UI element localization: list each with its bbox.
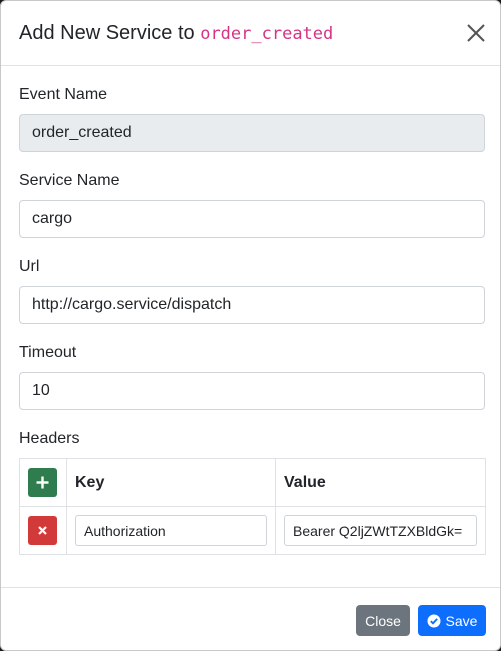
headers-table: Key Value [19,458,486,555]
service-name-label: Service Name [19,172,120,189]
remove-header-cell [19,506,67,555]
close-button-label: Close [365,612,401,629]
save-button-label: Save [445,612,478,629]
add-header-button[interactable] [28,468,57,497]
event-name-field [19,114,485,152]
headers-label: Headers [19,430,80,447]
header-value-cell [275,506,486,555]
service-name-field[interactable] [19,200,485,238]
header-row [19,506,486,555]
modal-header: Add New Service to order_created [1,1,500,66]
add-service-modal: Add New Service to order_created Event N… [0,0,501,651]
header-key-cell [66,506,276,555]
x-icon [38,526,47,535]
check-circle-icon [427,614,441,627]
modal-title: Add New Service to order_created [19,21,333,46]
modal-title-prefix: Add New Service to [19,22,195,44]
value-column-header: Value [275,458,486,507]
plus-icon [36,476,49,489]
modal-title-event: order_created [200,24,334,44]
save-button[interactable]: Save [418,605,486,636]
remove-header-button[interactable] [28,516,57,545]
close-icon[interactable] [461,18,491,48]
add-header-cell [19,458,67,507]
timeout-field[interactable] [19,372,485,410]
url-label: Url [19,258,40,275]
modal-footer: Close Save [1,587,500,650]
key-column-header: Key [66,458,276,507]
event-name-label: Event Name [19,86,108,103]
url-field[interactable] [19,286,485,324]
close-button[interactable]: Close [356,605,410,636]
headers-table-header-row: Key Value [19,458,486,507]
timeout-label: Timeout [19,344,77,361]
header-value-input[interactable] [284,515,477,546]
header-key-input[interactable] [75,515,267,546]
